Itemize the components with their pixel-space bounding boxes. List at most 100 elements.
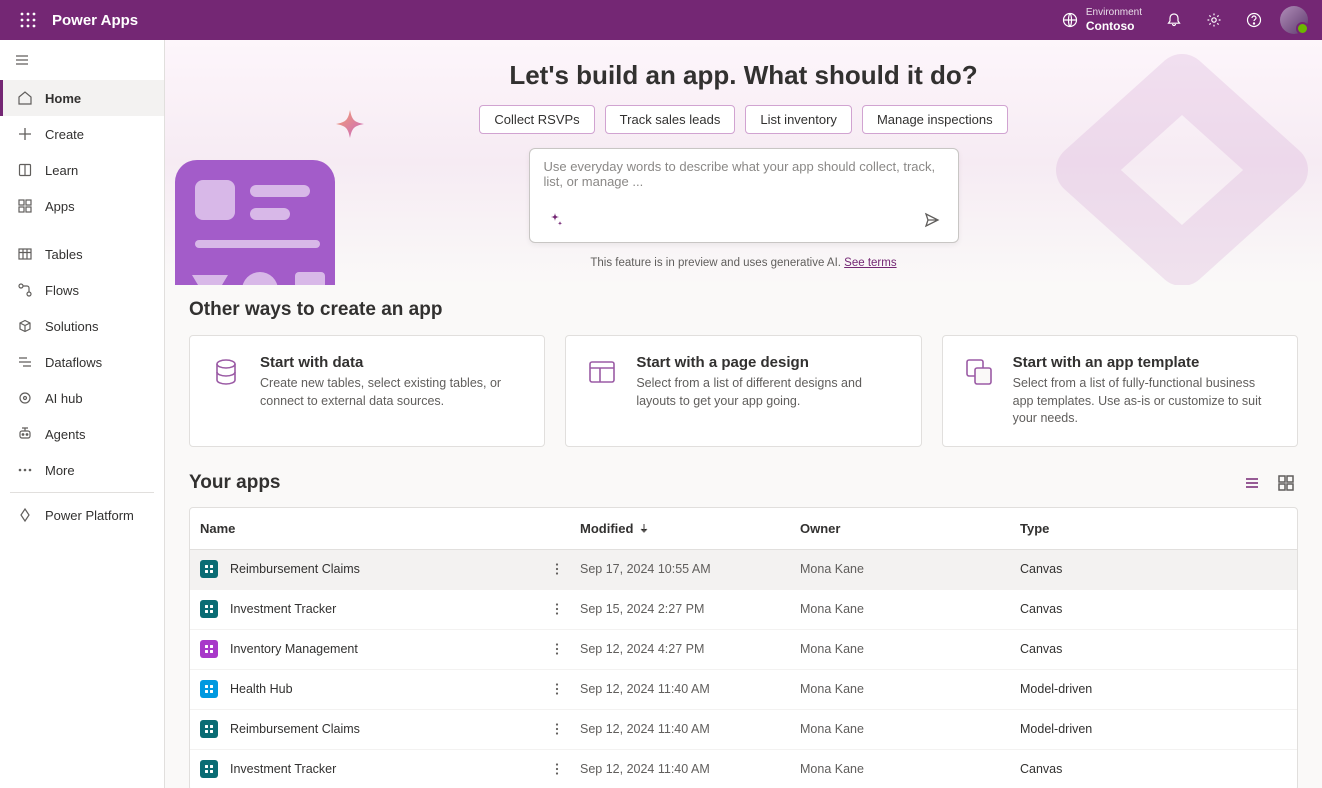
table-row[interactable]: Reimbursement Claims Sep 12, 2024 11:40 … bbox=[190, 710, 1297, 750]
card-start-with-template[interactable]: Start with an app template Select from a… bbox=[942, 335, 1298, 447]
sparkle-button[interactable] bbox=[544, 208, 568, 232]
modified-cell: Sep 12, 2024 4:27 PM bbox=[580, 642, 800, 656]
type-cell: Canvas bbox=[1020, 762, 1287, 776]
row-more-button[interactable] bbox=[546, 598, 568, 620]
sparkle-icon bbox=[548, 212, 564, 228]
sidebar-item-home[interactable]: Home bbox=[0, 80, 164, 116]
see-terms-link[interactable]: See terms bbox=[844, 257, 896, 269]
sidebar-item-flows[interactable]: Flows bbox=[0, 272, 164, 308]
sidebar-item-agents[interactable]: Agents bbox=[0, 416, 164, 452]
modified-cell: Sep 17, 2024 10:55 AM bbox=[580, 562, 800, 576]
hamburger-button[interactable] bbox=[0, 40, 164, 80]
sidebar-item-label: Dataflows bbox=[45, 355, 102, 370]
card-title: Start with an app template bbox=[1013, 354, 1279, 371]
chip-manage-inspections[interactable]: Manage inspections bbox=[862, 105, 1008, 134]
send-icon bbox=[924, 212, 940, 228]
card-title: Start with data bbox=[260, 354, 526, 371]
send-button[interactable] bbox=[920, 208, 944, 232]
row-more-button[interactable] bbox=[546, 638, 568, 660]
hero-title: Let's build an app. What should it do? bbox=[404, 60, 1084, 91]
view-grid-button[interactable] bbox=[1274, 471, 1298, 495]
environment-picker[interactable]: Environment Contoso bbox=[1062, 7, 1142, 33]
sidebar-item-label: Learn bbox=[45, 163, 78, 178]
app-icon bbox=[200, 720, 218, 738]
type-cell: Canvas bbox=[1020, 602, 1287, 616]
sidebar-item-dataflows[interactable]: Dataflows bbox=[0, 344, 164, 380]
row-more-button[interactable] bbox=[546, 758, 568, 780]
more-icon bbox=[17, 462, 33, 478]
gear-icon bbox=[1206, 12, 1222, 28]
flow-icon bbox=[17, 282, 33, 298]
owner-cell: Mona Kane bbox=[800, 762, 1020, 776]
type-cell: Canvas bbox=[1020, 562, 1287, 576]
help-button[interactable] bbox=[1234, 0, 1274, 40]
app-icon bbox=[200, 680, 218, 698]
app-name-cell: Reimbursement Claims bbox=[230, 722, 360, 736]
sidebar-item-ai-hub[interactable]: AI hub bbox=[0, 380, 164, 416]
table-row[interactable]: Health Hub Sep 12, 2024 11:40 AM Mona Ka… bbox=[190, 670, 1297, 710]
chip-collect-rsvps[interactable]: Collect RSVPs bbox=[479, 105, 594, 134]
chip-track-sales-leads[interactable]: Track sales leads bbox=[605, 105, 736, 134]
sidebar-item-solutions[interactable]: Solutions bbox=[0, 308, 164, 344]
owner-cell: Mona Kane bbox=[800, 642, 1020, 656]
other-ways-section: Other ways to create an app Start with d… bbox=[165, 285, 1322, 461]
table-row[interactable]: Investment Tracker Sep 12, 2024 11:40 AM… bbox=[190, 750, 1297, 788]
section-title: Other ways to create an app bbox=[189, 299, 1298, 321]
col-type[interactable]: Type bbox=[1020, 521, 1287, 536]
settings-button[interactable] bbox=[1194, 0, 1234, 40]
sidebar-item-label: Tables bbox=[45, 247, 83, 262]
modified-cell: Sep 12, 2024 11:40 AM bbox=[580, 722, 800, 736]
sidebar-item-apps[interactable]: Apps bbox=[0, 188, 164, 224]
hero-caption: This feature is in preview and uses gene… bbox=[404, 257, 1084, 269]
main-content: Let's build an app. What should it do? C… bbox=[165, 40, 1322, 788]
more-vertical-icon bbox=[550, 562, 564, 576]
apps-title: Your apps bbox=[189, 472, 281, 494]
owner-cell: Mona Kane bbox=[800, 682, 1020, 696]
card-desc: Create new tables, select existing table… bbox=[260, 375, 526, 410]
card-start-with-page-design[interactable]: Start with a page design Select from a l… bbox=[565, 335, 921, 447]
app-name-cell: Inventory Management bbox=[230, 642, 358, 656]
avatar[interactable] bbox=[1280, 6, 1308, 34]
sidebar-item-tables[interactable]: Tables bbox=[0, 236, 164, 272]
table-row[interactable]: Investment Tracker Sep 15, 2024 2:27 PM … bbox=[190, 590, 1297, 630]
sidebar-item-create[interactable]: Create bbox=[0, 116, 164, 152]
modified-cell: Sep 12, 2024 11:40 AM bbox=[580, 762, 800, 776]
app-name-cell: Reimbursement Claims bbox=[230, 562, 360, 576]
table-row[interactable]: Reimbursement Claims Sep 17, 2024 10:55 … bbox=[190, 550, 1297, 590]
sidebar-item-power-platform[interactable]: Power Platform bbox=[0, 497, 164, 533]
table-row[interactable]: Inventory Management Sep 12, 2024 4:27 P… bbox=[190, 630, 1297, 670]
hero-decoration-right bbox=[1042, 40, 1322, 285]
dataflows-icon bbox=[17, 354, 33, 370]
sidebar-item-label: Solutions bbox=[45, 319, 98, 334]
col-owner[interactable]: Owner bbox=[800, 521, 1020, 536]
list-icon bbox=[1243, 474, 1261, 492]
sidebar-item-learn[interactable]: Learn bbox=[0, 152, 164, 188]
sidebar-item-more[interactable]: More bbox=[0, 452, 164, 488]
type-cell: Model-driven bbox=[1020, 722, 1287, 736]
waffle-icon[interactable] bbox=[8, 0, 48, 40]
col-modified[interactable]: Modified bbox=[580, 521, 800, 536]
question-icon bbox=[1246, 12, 1262, 28]
database-icon bbox=[208, 354, 244, 390]
row-more-button[interactable] bbox=[546, 678, 568, 700]
card-title: Start with a page design bbox=[636, 354, 902, 371]
suggestion-chips: Collect RSVPs Track sales leads List inv… bbox=[404, 105, 1084, 134]
grid-icon bbox=[1277, 474, 1295, 492]
view-list-button[interactable] bbox=[1240, 471, 1264, 495]
hero-section: Let's build an app. What should it do? C… bbox=[165, 40, 1322, 285]
notifications-button[interactable] bbox=[1154, 0, 1194, 40]
chip-list-inventory[interactable]: List inventory bbox=[745, 105, 852, 134]
sidebar-item-label: More bbox=[45, 463, 75, 478]
more-vertical-icon bbox=[550, 762, 564, 776]
sidebar-item-label: Power Platform bbox=[45, 508, 134, 523]
card-start-with-data[interactable]: Start with data Create new tables, selec… bbox=[189, 335, 545, 447]
app-icon bbox=[200, 600, 218, 618]
app-name-cell: Investment Tracker bbox=[230, 602, 336, 616]
row-more-button[interactable] bbox=[546, 558, 568, 580]
globe-icon bbox=[1062, 12, 1078, 28]
col-name[interactable]: Name bbox=[200, 521, 580, 536]
book-icon bbox=[17, 162, 33, 178]
app-name-cell: Investment Tracker bbox=[230, 762, 336, 776]
prompt-input[interactable] bbox=[544, 159, 944, 199]
row-more-button[interactable] bbox=[546, 718, 568, 740]
